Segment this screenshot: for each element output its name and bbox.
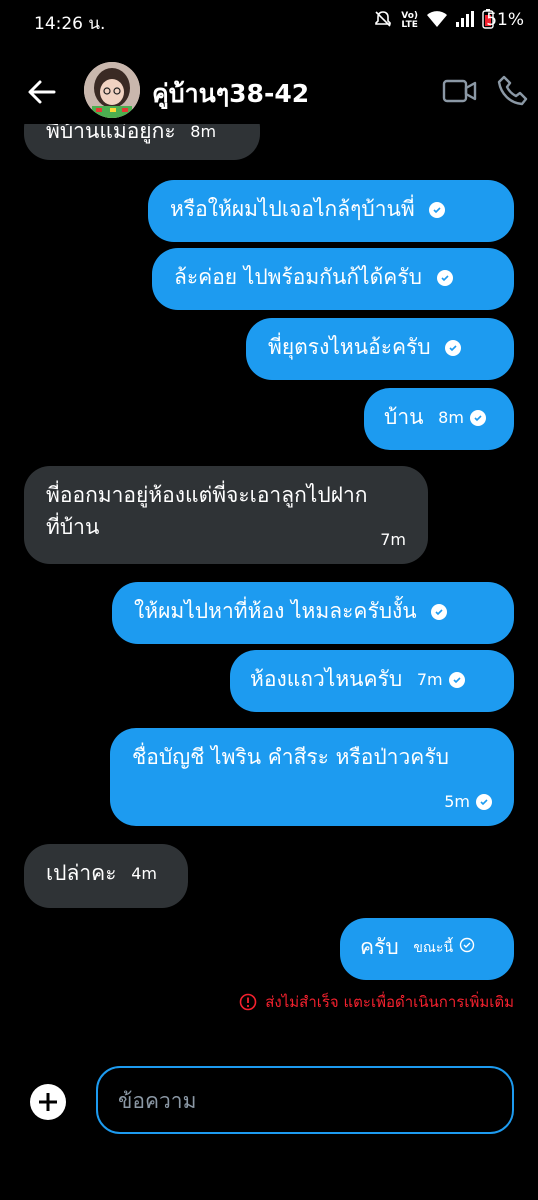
message-text: บ้าน	[384, 405, 424, 429]
message-text: ชื่อบัญชี ไพริน คำสีระ หรือป่าวครับ	[132, 745, 449, 769]
message-time: 8m	[190, 124, 217, 141]
message-meta: 5m	[444, 790, 492, 814]
read-receipt	[436, 270, 453, 286]
message-bubble-outgoing[interactable]: หรือให้ผมไปเจอไกล้ๆบ้านพี่	[148, 180, 514, 242]
video-call-button[interactable]	[442, 76, 478, 106]
message-text: พี่บ้านแม่อยู่กะ	[46, 124, 176, 143]
message-bubble-incoming[interactable]: เปล่าคะ 4m	[24, 844, 188, 908]
message-text: ห้องแถวไหนครับ	[250, 667, 403, 691]
check-icon	[431, 604, 448, 620]
back-button[interactable]	[24, 74, 60, 110]
pending-check-icon	[459, 936, 475, 960]
read-receipt	[431, 604, 448, 620]
message-time: 4m	[131, 864, 157, 883]
check-icon	[476, 794, 492, 810]
phone-icon	[497, 75, 528, 106]
avatar[interactable]	[84, 62, 140, 118]
read-receipt	[429, 202, 446, 218]
check-icon	[429, 202, 446, 218]
message-text: พี่ยุตรงไหนอ้ะครับ	[268, 335, 431, 359]
message-text: พี่ออกมาอยู่ห้องแต่พี่จะเอาลูกไปฝากที่บ้…	[46, 483, 368, 539]
message-text: หรือให้ผมไปเจอไกล้ๆบ้านพี่	[170, 197, 415, 221]
mute-icon	[373, 9, 393, 33]
message-meta: 7m	[417, 668, 465, 692]
phone-call-button[interactable]	[496, 74, 530, 108]
message-bubble-outgoing[interactable]: ชื่อบัญชี ไพริน คำสีระ หรือป่าวครับ 5m	[110, 728, 514, 826]
message-bubble-outgoing[interactable]: ห้องแถวไหนครับ 7m	[230, 650, 514, 712]
check-icon	[448, 672, 465, 688]
message-meta: ขณะนี้	[413, 936, 475, 960]
message-time: ขณะนี้	[413, 939, 454, 956]
read-receipt	[445, 340, 462, 356]
send-failed-text: ส่งไม่สำเร็จ แตะเพื่อดำเนินการเพิ่มเติม	[265, 993, 514, 1011]
message-bubble-outgoing[interactable]: พี่ยุตรงไหนอ้ะครับ	[246, 318, 514, 380]
navigation-bar	[0, 1160, 538, 1200]
signal-icon	[456, 11, 474, 31]
status-bar: 14:26 น. Vo) LTE 51%	[0, 0, 538, 44]
message-time: 8m	[438, 408, 464, 427]
wifi-icon	[426, 10, 448, 32]
message-text: ให้ผมไปหาที่ห้อง ไหมละครับงั้น	[134, 599, 417, 623]
contact-name[interactable]: คู่บ้านๆ38-42	[152, 74, 309, 114]
status-icons: Vo) LTE	[373, 9, 494, 33]
message-text: เปล่าคะ	[46, 861, 117, 885]
message-bubble-outgoing[interactable]: ล้ะค่อย ไปพร้อมกันก้ได้ครับ	[152, 248, 514, 310]
message-time: 7m	[416, 670, 443, 689]
conversation-header: คู่บ้านๆ38-42	[0, 58, 538, 124]
message-time: 7m	[380, 530, 406, 549]
message-meta: 8m	[438, 406, 486, 430]
battery-percentage: 51%	[486, 10, 524, 30]
message-text: ครับ	[360, 935, 399, 959]
message-time: 5m	[444, 792, 470, 811]
check-icon	[445, 340, 462, 356]
back-arrow-icon	[28, 80, 56, 104]
error-icon	[239, 993, 257, 1011]
volte-icon: Vo) LTE	[401, 11, 418, 30]
plus-circle-icon	[30, 1084, 66, 1120]
message-input[interactable]	[118, 1086, 488, 1116]
check-icon	[469, 410, 486, 426]
send-failed-notice[interactable]: ส่งไม่สำเร็จ แตะเพื่อดำเนินการเพิ่มเติม	[239, 990, 514, 1014]
status-time: 14:26 น.	[34, 14, 106, 34]
message-text: ล้ะค่อย ไปพร้อมกันก้ได้ครับ	[174, 265, 422, 289]
message-input-box[interactable]	[96, 1066, 514, 1134]
message-bubble-incoming[interactable]: พี่ออกมาอยู่ห้องแต่พี่จะเอาลูกไปฝากที่บ้…	[24, 466, 428, 564]
message-bubble-outgoing-failed[interactable]: ครับ ขณะนี้	[340, 918, 514, 980]
video-call-icon	[442, 79, 477, 103]
message-bubble-incoming[interactable]: พี่บ้านแม่อยู่กะ 8m	[24, 124, 260, 160]
message-bubble-outgoing[interactable]: ให้ผมไปหาที่ห้อง ไหมละครับงั้น	[112, 582, 514, 644]
message-bubble-outgoing[interactable]: บ้าน 8m	[364, 388, 514, 450]
add-attachment-button[interactable]	[28, 1082, 68, 1122]
message-composer	[0, 1062, 538, 1142]
check-icon	[436, 270, 453, 286]
message-list[interactable]: พี่บ้านแม่อยู่กะ 8m หรือให้ผมไปเจอไกล้ๆบ…	[0, 124, 538, 1054]
